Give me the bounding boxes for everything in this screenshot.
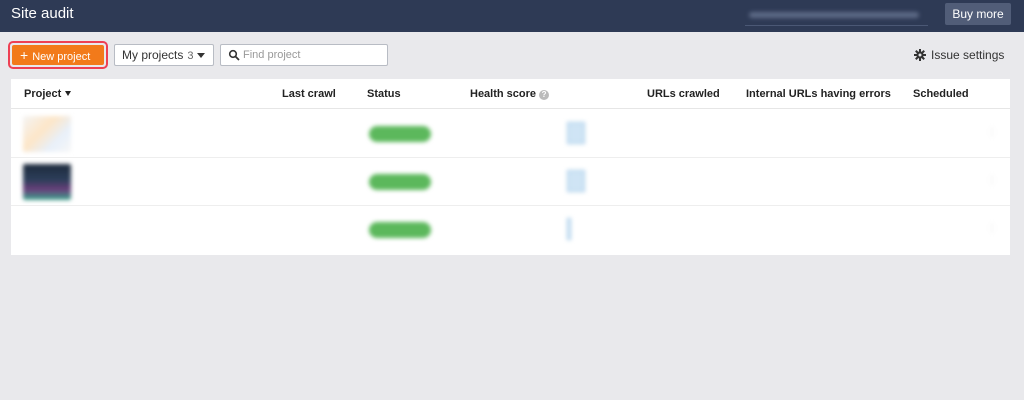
column-header-urls-crawled[interactable]: URLs crawled: [647, 88, 720, 100]
my-projects-count: 3: [187, 50, 194, 62]
plus-icon: +: [20, 47, 29, 63]
table-row[interactable]: ⋮: [11, 110, 1010, 158]
find-project-input[interactable]: [243, 47, 383, 63]
page-title: Site audit: [11, 5, 74, 22]
account-text-blurred: [749, 12, 919, 18]
new-project-button[interactable]: + New project: [12, 45, 104, 65]
chevron-down-icon: [197, 53, 205, 58]
project-thumbnail[interactable]: [23, 212, 71, 248]
table-header: Project Last crawl Status Health score? …: [11, 79, 1010, 109]
search-icon: [228, 49, 240, 61]
column-header-scheduled[interactable]: Scheduled: [913, 88, 969, 100]
status-badge: [369, 222, 431, 238]
projects-table: Project Last crawl Status Health score? …: [11, 79, 1010, 255]
column-header-last-crawl[interactable]: Last crawl: [282, 88, 336, 100]
gear-icon: [914, 49, 926, 61]
more-icon[interactable]: ⋮: [987, 127, 997, 138]
sort-caret-icon: [65, 91, 72, 96]
new-project-label: New project: [32, 51, 91, 63]
more-icon[interactable]: ⋮: [987, 175, 997, 186]
health-score-header-label: Health score: [470, 88, 537, 100]
find-project-search[interactable]: [220, 44, 388, 66]
column-header-health-score[interactable]: Health score?: [470, 88, 550, 100]
my-projects-dropdown[interactable]: My projects 3: [114, 44, 214, 66]
column-header-status[interactable]: Status: [367, 88, 401, 100]
health-score-value: [499, 170, 501, 191]
buy-more-button[interactable]: Buy more: [945, 3, 1011, 25]
column-header-internal-errors[interactable]: Internal URLs having errors: [746, 88, 891, 100]
help-icon[interactable]: ?: [539, 90, 550, 100]
more-icon[interactable]: ⋮: [987, 223, 997, 234]
status-badge: [369, 126, 431, 142]
health-trend-chart[interactable]: [567, 218, 571, 240]
health-trend-chart[interactable]: [567, 122, 585, 144]
health-trend-chart[interactable]: [567, 170, 585, 192]
my-projects-label: My projects: [122, 48, 184, 62]
table-row[interactable]: ⋮: [11, 206, 1010, 254]
new-project-highlight: + New project: [8, 41, 108, 69]
account-selector[interactable]: [745, 6, 928, 26]
health-score-value: [508, 218, 510, 239]
table-row[interactable]: ⋮: [11, 158, 1010, 206]
column-header-project[interactable]: Project: [24, 88, 72, 100]
issue-settings-label: Issue settings: [931, 48, 1005, 62]
top-bar: Site audit Buy more: [0, 0, 1024, 32]
project-thumbnail[interactable]: [23, 116, 71, 152]
issue-settings-link[interactable]: Issue settings: [914, 48, 1004, 62]
health-score-value: [487, 122, 489, 143]
project-thumbnail[interactable]: [23, 164, 71, 200]
project-header-label: Project: [24, 88, 62, 100]
status-badge: [369, 174, 431, 190]
